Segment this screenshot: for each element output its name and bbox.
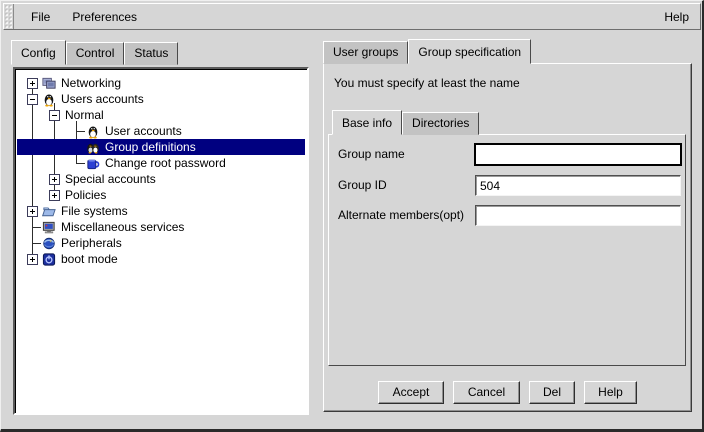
inner-tab-strip: Base info Directories [332, 110, 479, 135]
tree-item-change-root-password[interactable]: Change root password [17, 155, 305, 171]
group-id-input[interactable] [475, 175, 681, 196]
expander-boot-mode[interactable] [27, 254, 38, 265]
tree-item-label: File systems [61, 204, 128, 218]
tree-item-boot-mode[interactable]: boot mode [17, 251, 305, 267]
penguin-icon [41, 92, 57, 107]
menu-help[interactable]: Help [653, 6, 700, 28]
tree-item-label: boot mode [61, 252, 118, 266]
tree-item-networking[interactable]: Networking [17, 75, 305, 91]
group-name-label: Group name [338, 147, 405, 161]
help-button[interactable]: Help [584, 381, 637, 404]
cancel-button[interactable]: Cancel [453, 381, 520, 404]
config-tree-panel: Networking Users accounts Normal User ac… [13, 67, 309, 415]
del-button[interactable]: Del [529, 381, 575, 404]
expander-users-accounts[interactable] [27, 94, 38, 105]
tab-directories[interactable]: Directories [402, 112, 479, 135]
tree-item-label: Special accounts [65, 172, 156, 186]
expander-special-accounts[interactable] [49, 174, 60, 185]
right-tab-strip: User groups Group specification [323, 39, 531, 64]
tree-item-label: Change root password [105, 156, 226, 170]
menubar-grip-handle[interactable] [4, 4, 14, 29]
panel-message: You must specify at least the name [334, 76, 520, 90]
base-info-frame: Group name Group ID Alternate members(op… [328, 134, 686, 366]
alternate-members-input[interactable] [475, 205, 681, 226]
expander-normal[interactable] [49, 110, 60, 121]
tab-control[interactable]: Control [66, 42, 125, 65]
tree-item-policies[interactable]: Policies [17, 187, 305, 203]
alternate-members-label: Alternate members(opt) [338, 208, 464, 222]
tab-user-groups[interactable]: User groups [323, 41, 408, 64]
left-tab-strip: Config Control Status [11, 40, 178, 65]
tree-item-label: Users accounts [61, 92, 144, 106]
tree-item-label: User accounts [105, 124, 182, 138]
tree-item-label: Normal [65, 108, 104, 122]
tree-item-user-accounts[interactable]: User accounts [17, 123, 305, 139]
menu-file[interactable]: File [20, 6, 61, 28]
tab-config[interactable]: Config [11, 40, 66, 65]
menu-preferences[interactable]: Preferences [61, 6, 148, 28]
expander-networking[interactable] [27, 78, 38, 89]
tree-item-special-accounts[interactable]: Special accounts [17, 171, 305, 187]
expander-policies[interactable] [49, 190, 60, 201]
menu-bar: File Preferences Help [3, 3, 701, 30]
penguin-group-icon [85, 140, 101, 155]
tab-base-info[interactable]: Base info [332, 110, 402, 135]
tree-item-label: Group definitions [105, 140, 196, 154]
tree-item-label: Policies [65, 188, 106, 202]
group-specification-panel: You must specify at least the name Base … [323, 63, 692, 412]
monitor-icon [41, 220, 57, 235]
tab-status[interactable]: Status [124, 42, 178, 65]
tree-item-users-accounts[interactable]: Users accounts [17, 91, 305, 107]
folder-icon [41, 204, 57, 219]
action-button-row: Accept Cancel Del Help [324, 380, 691, 404]
tree-item-label: Peripherals [61, 236, 122, 250]
tree-item-file-systems[interactable]: File systems [17, 203, 305, 219]
tree-item-normal[interactable]: Normal [17, 107, 305, 123]
networking-icon [41, 76, 57, 91]
penguin-icon [85, 124, 101, 139]
globe-icon [41, 236, 57, 251]
tree-item-label: Miscellaneous services [61, 220, 184, 234]
group-id-label: Group ID [338, 178, 387, 192]
group-name-input[interactable] [474, 143, 682, 166]
mug-icon [85, 156, 101, 171]
accept-button[interactable]: Accept [378, 381, 444, 404]
tree-item-label: Networking [61, 76, 121, 90]
tree-item-group-definitions[interactable]: Group definitions [17, 139, 305, 155]
config-tree: Networking Users accounts Normal User ac… [17, 71, 305, 411]
expander-file-systems[interactable] [27, 206, 38, 217]
tree-item-miscellaneous-services[interactable]: Miscellaneous services [17, 219, 305, 235]
tree-item-peripherals[interactable]: Peripherals [17, 235, 305, 251]
tab-group-specification[interactable]: Group specification [408, 39, 531, 64]
power-icon [41, 252, 57, 267]
linuxconf-window: File Preferences Help Config Control Sta… [0, 0, 704, 432]
